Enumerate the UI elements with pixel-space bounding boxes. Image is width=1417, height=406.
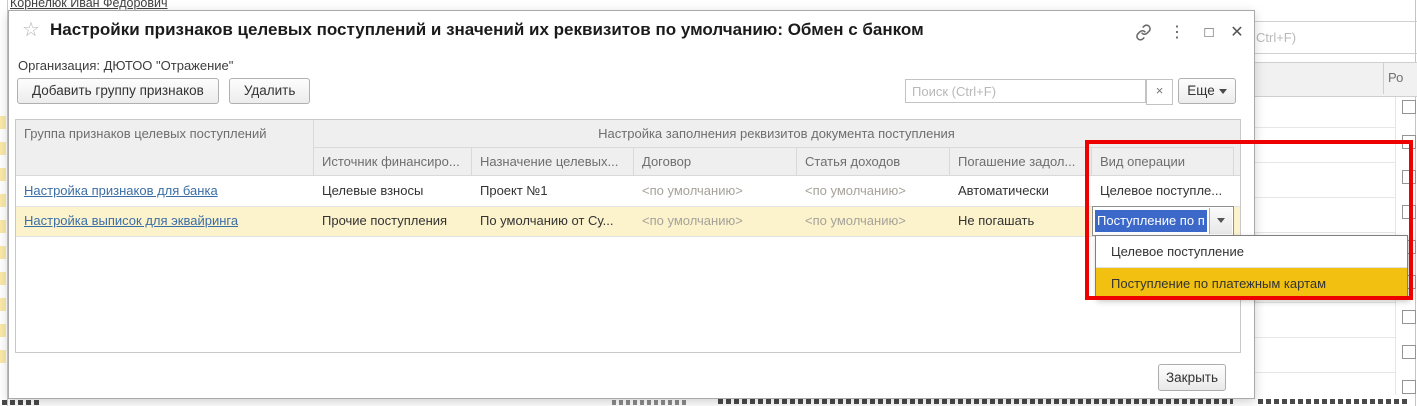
column-header-contract[interactable]: Договор [634,148,797,176]
table-row-cell[interactable]: Целевые взносы [314,176,472,206]
operation-type-combo[interactable]: Поступление по п [1092,206,1234,236]
table-row-cell[interactable]: Автоматически [950,176,1092,206]
delete-button[interactable]: Удалить [229,78,311,104]
table-row-cell[interactable]: Настройка признаков для банка [16,176,314,206]
background-row-line [1253,197,1395,198]
table-row-cell[interactable]: Настройка выписок для эквайринга [16,206,314,236]
toolbar: Добавить группу признаков Удалить [17,78,310,104]
combo-dropdown-button[interactable] [1209,208,1232,234]
screen: Корнелюк Иван Федорович Ctrl+F) Ро ☆ Нас… [0,0,1417,406]
settings-table: Группа признаков целевых поступлений Нас… [15,119,1241,353]
get-link-button[interactable] [1131,22,1155,44]
row-separator [16,236,1240,237]
background-user-link[interactable]: Корнелюк Иван Федорович [10,0,168,10]
background-checkbox[interactable] [1402,205,1416,219]
group-link[interactable]: Настройка выписок для эквайринга [24,213,238,228]
table-row-cell[interactable]: По умолчанию от Су... [472,206,634,236]
column-header-label: Группа признаков целевых поступлений [16,120,313,141]
clipped-text-fragment [612,400,688,405]
column-header-label: Статья доходов [797,148,949,169]
background-row-fragment [0,246,6,259]
background-checkbox[interactable] [1402,380,1416,394]
chevron-down-icon [1219,89,1227,94]
background-row-fragment [0,324,6,337]
background-row-fragment [0,350,6,363]
column-header-income-item[interactable]: Статья доходов [797,148,950,176]
chevron-down-icon [1217,218,1225,223]
search-input[interactable] [905,79,1146,103]
clipped-text-fragment [1258,399,1408,404]
background-row-fragment [0,298,6,311]
clipped-text-fragment [718,399,1233,404]
table-row-cell[interactable]: Прочие поступления [314,206,472,236]
background-row-line [1253,302,1395,303]
dropdown-option[interactable]: Целевое поступление [1096,236,1407,267]
background-row-fragment [0,220,6,233]
favorite-star-icon[interactable]: ☆ [22,19,40,41]
background-divider [1253,53,1417,54]
table-row-cell[interactable]: <по умолчанию> [797,176,950,206]
close-dialog-button[interactable]: Закрыть [1158,364,1226,391]
dropdown-option-highlighted[interactable]: Поступление по платежным картам [1096,268,1407,299]
column-header-label: Погашение задол... [950,148,1091,169]
background-search-input-fragment[interactable]: Ctrl+F) [1256,30,1296,45]
dialog-title: Настройки признаков целевых поступлений … [50,20,924,40]
background-row-line [1253,162,1395,163]
background-checkbox[interactable] [1402,170,1416,184]
group-link[interactable]: Настройка признаков для банка [24,183,218,198]
column-header-label: Источник финансиро... [314,148,471,169]
more-button[interactable]: Еще [1178,78,1236,104]
combo-selected-text[interactable]: Поступление по п [1095,210,1207,232]
table-row-cell[interactable]: Проект №1 [472,176,634,206]
background-column-separator [1383,63,1384,94]
column-header-group-name[interactable]: Группа признаков целевых поступлений [16,120,314,176]
search-clear-icon[interactable]: × [1146,79,1173,105]
column-header-filler [1234,120,1240,176]
settings-dialog: ☆ Настройки признаков целевых поступлени… [8,10,1255,399]
table-row-cell[interactable]: <по умолчанию> [797,206,950,236]
background-checkbox[interactable] [1402,100,1416,114]
organization-label: Организация: ДЮТОО "Отражение" [18,58,233,73]
background-row-line [1253,232,1395,233]
background-checkbox[interactable] [1402,310,1416,324]
close-icon[interactable]: ✕ [1225,22,1249,44]
background-divider [1253,21,1417,22]
background-row-line [1253,372,1395,373]
table-row-cell[interactable]: Не погашать [950,206,1092,236]
background-checkbox[interactable] [1402,345,1416,359]
add-group-button[interactable]: Добавить группу признаков [17,78,219,104]
background-row-line [1253,127,1395,128]
operation-type-dropdown: Целевое поступление Поступление по плате… [1095,235,1408,298]
background-row-line [1253,337,1395,338]
table-row-cell[interactable]: <по умолчанию> [634,176,797,206]
column-header-operation-type[interactable]: Вид операции [1092,148,1234,176]
column-header-label: Договор [634,148,796,169]
background-column-header: Ро [1388,70,1403,85]
column-header-purpose[interactable]: Назначение целевых... [472,148,634,176]
column-group-header-label: Настройка заполнения реквизитов документ… [314,120,1239,141]
table-row-cell[interactable]: <по умолчанию> [634,206,797,236]
background-row-fragment [0,116,6,129]
link-icon [1131,24,1155,41]
column-header-funding-source[interactable]: Источник финансиро... [314,148,472,176]
more-button-label: Еще [1187,83,1214,98]
background-row-fragment [0,194,6,207]
background-row-fragment [0,142,6,155]
background-row-fragment [0,272,6,285]
background-row-fragment [0,168,6,181]
column-header-label: Вид операции [1092,148,1233,169]
more-menu-icon[interactable]: ⋮ [1165,22,1189,44]
clipped-text-fragment [2,400,42,405]
maximize-icon[interactable]: □ [1197,22,1221,44]
background-checkbox[interactable] [1402,135,1416,149]
table-row-cell[interactable]: Целевое поступле... [1092,176,1234,206]
column-header-debt-settlement[interactable]: Погашение задол... [950,148,1092,176]
column-group-header: Настройка заполнения реквизитов документ… [314,120,1240,148]
column-header-label: Назначение целевых... [472,148,633,169]
